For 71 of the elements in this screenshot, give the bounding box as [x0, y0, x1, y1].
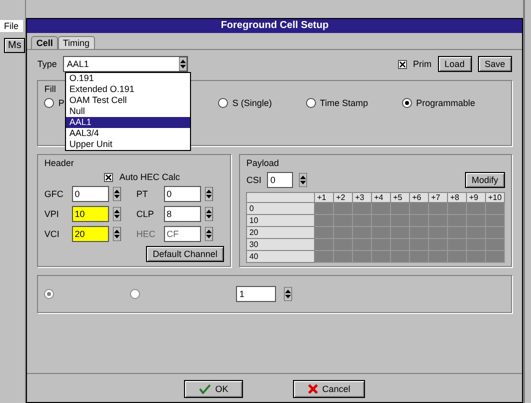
close-icon: [308, 384, 318, 394]
type-label: Type: [37, 59, 57, 69]
group-title: Payload: [246, 158, 279, 168]
radio-button[interactable]: [218, 98, 228, 108]
csi-field[interactable]: 0: [267, 172, 294, 188]
checkbox[interactable]: [398, 60, 408, 68]
type-dropdown[interactable]: AAL1: [62, 56, 188, 72]
modify-button[interactable]: Modify: [464, 172, 506, 188]
field-label: PT: [136, 189, 149, 199]
radio-label: Time Stamp: [320, 98, 368, 108]
checkbox[interactable]: [104, 172, 114, 182]
radio-button[interactable]: [306, 98, 316, 108]
column-header: +2: [334, 192, 353, 202]
field-label: HEC: [136, 229, 156, 239]
number-field[interactable]: 0: [72, 186, 109, 202]
radio-button[interactable]: [44, 98, 54, 108]
spin-arrows-icon[interactable]: [112, 187, 121, 201]
number-field[interactable]: 20: [72, 226, 109, 242]
radio-label: Programmable: [416, 98, 476, 108]
column-header: +7: [428, 192, 448, 202]
radio-button[interactable]: [130, 289, 140, 299]
column-header: +8: [448, 192, 467, 202]
checkbox-label: Auto HEC Calc: [119, 172, 180, 182]
checkmark-icon: [199, 384, 212, 394]
csi-label: CSI: [246, 175, 262, 185]
number-field[interactable]: 0: [164, 186, 201, 202]
number-field[interactable]: 10: [72, 206, 109, 222]
row-header: 10: [246, 214, 315, 226]
spin-arrows-icon[interactable]: [204, 187, 213, 201]
dialog-button[interactable]: Save: [478, 56, 512, 72]
row-header: 20: [246, 226, 315, 238]
column-header: +10: [486, 192, 505, 202]
row-header: 30: [246, 238, 315, 250]
dropdown-option[interactable]: AAL1: [66, 117, 190, 128]
dialog-button[interactable]: Load: [438, 56, 472, 72]
radio-button[interactable]: [402, 98, 412, 108]
row-header: 0: [246, 202, 315, 214]
spin-arrows-icon[interactable]: [204, 207, 213, 221]
prim-label: Prim: [413, 59, 432, 69]
spin-arrows-icon[interactable]: [284, 287, 292, 301]
column-header: +1: [314, 192, 334, 202]
field-label: VPI: [44, 209, 60, 219]
cancel-button[interactable]: Cancel: [293, 380, 366, 398]
column-header: +3: [352, 192, 372, 202]
spin-arrows-icon[interactable]: [204, 227, 213, 241]
spin-arrows-icon[interactable]: [112, 207, 121, 221]
row-header: 40: [246, 250, 315, 262]
spin-arrows-icon[interactable]: [299, 173, 308, 187]
radio-button[interactable]: [44, 289, 54, 299]
radio-label: P: [58, 98, 64, 108]
column-header: +6: [410, 192, 429, 202]
field-label: GFC: [44, 189, 64, 199]
group-title: Header: [44, 158, 74, 168]
spin-arrows-icon[interactable]: [178, 57, 187, 71]
group-title: Fill: [44, 84, 56, 94]
menu-item[interactable]: File: [0, 20, 23, 32]
column-header: +9: [466, 192, 486, 202]
window-title: Foreground Cell Setup: [27, 19, 522, 33]
field-label: VCI: [44, 229, 60, 239]
toolbar-button[interactable]: Ms: [4, 38, 26, 53]
radio-label: S (Single): [232, 98, 272, 108]
column-header: +4: [372, 192, 391, 202]
field-label: CLP: [136, 209, 155, 219]
number-field[interactable]: 1: [236, 286, 276, 302]
default-channel-button[interactable]: Default Channel: [146, 246, 224, 262]
spin-arrows-icon[interactable]: [112, 227, 121, 241]
tab[interactable]: Cell: [31, 36, 58, 49]
number-field[interactable]: 8: [164, 206, 201, 222]
column-header: +5: [390, 192, 410, 202]
ok-button[interactable]: OK: [184, 380, 244, 398]
tab[interactable]: Timing: [58, 36, 95, 49]
